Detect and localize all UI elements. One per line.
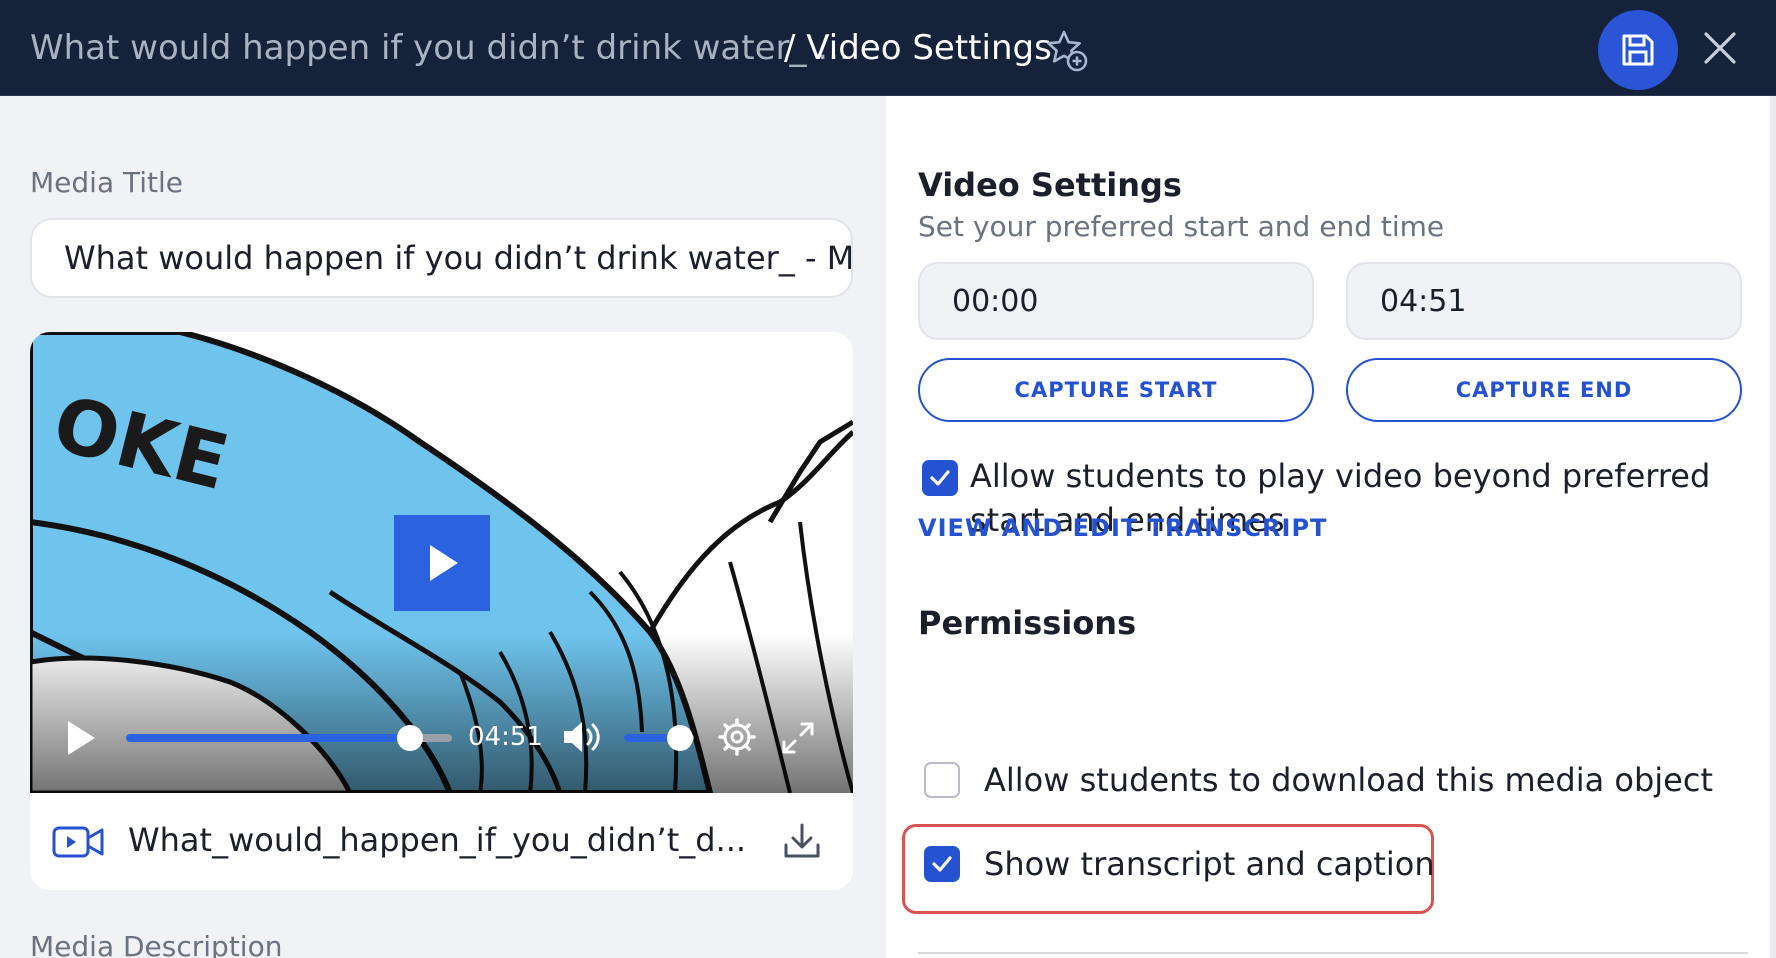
section-divider <box>918 952 1748 954</box>
seek-bar[interactable] <box>126 725 452 751</box>
permissions-heading: Permissions <box>918 604 1137 642</box>
video-settings-heading: Video Settings <box>918 166 1182 204</box>
video-camera-icon <box>52 826 104 858</box>
media-details-panel: Media Title What would happen if you did… <box>0 96 886 958</box>
allow-beyond-label-line1: Allow students to play video beyond pref… <box>970 457 1711 495</box>
big-play-button[interactable] <box>394 515 490 611</box>
breadcrumb-parent[interactable]: What would happen if you didn’t drink wa… <box>30 28 850 68</box>
volume-icon[interactable] <box>562 720 604 754</box>
save-button[interactable] <box>1598 10 1678 90</box>
control-play-icon[interactable] <box>64 718 98 758</box>
modal-window: What would happen if you didn’t drink wa… <box>0 0 1776 958</box>
allow-beyond-checkbox[interactable] <box>922 460 958 496</box>
start-time-input[interactable]: 00:00 <box>918 262 1314 340</box>
play-icon <box>430 545 458 581</box>
checkmark-icon <box>930 470 950 486</box>
seek-bar-handle[interactable] <box>396 725 423 751</box>
duration-label: 04:51 <box>468 722 543 752</box>
view-edit-transcript-link[interactable]: VIEW AND EDIT TRANSCRIPT <box>918 514 1327 542</box>
volume-slider-handle[interactable] <box>667 725 693 751</box>
video-player-card: OKE 04:51 What_would_happen_if_you_didn’… <box>30 332 853 890</box>
breadcrumb-current: / Video Settings <box>784 28 1052 68</box>
seek-bar-fill <box>126 734 410 742</box>
close-icon[interactable] <box>1700 28 1740 68</box>
favorite-star-icon[interactable] <box>1044 28 1088 72</box>
media-file-name: What_would_happen_if_you_didn’t_d... <box>128 821 747 859</box>
show-transcript-checkbox[interactable] <box>924 846 960 882</box>
volume-slider[interactable] <box>624 725 694 751</box>
show-transcript-label: Show transcript and caption <box>984 845 1435 883</box>
video-settings-panel: Video Settings Set your preferred start … <box>886 96 1776 958</box>
media-title-label: Media Title <box>30 166 184 199</box>
end-time-input[interactable]: 04:51 <box>1346 262 1742 340</box>
fullscreen-icon[interactable] <box>780 720 816 756</box>
media-description-label: Media Description <box>30 930 283 958</box>
allow-download-label: Allow students to download this media ob… <box>984 761 1713 799</box>
download-icon[interactable] <box>782 821 822 861</box>
header-bar: What would happen if you didn’t drink wa… <box>0 0 1776 96</box>
allow-download-checkbox[interactable] <box>924 762 960 798</box>
checkmark-icon <box>932 856 952 872</box>
save-disk-icon <box>1622 34 1654 66</box>
capture-end-button[interactable]: CAPTURE END <box>1346 358 1742 422</box>
capture-start-button[interactable]: CAPTURE START <box>918 358 1314 422</box>
scrollbar-track[interactable] <box>1770 96 1776 958</box>
video-frame[interactable]: OKE 04:51 <box>30 332 853 793</box>
settings-gear-icon[interactable] <box>718 718 756 756</box>
video-settings-subheading: Set your preferred start and end time <box>918 210 1445 243</box>
media-file-row: What_would_happen_if_you_didn’t_d... <box>30 793 853 890</box>
controls-gradient <box>30 633 853 793</box>
media-title-input[interactable]: What would happen if you didn’t drink wa… <box>30 218 853 298</box>
